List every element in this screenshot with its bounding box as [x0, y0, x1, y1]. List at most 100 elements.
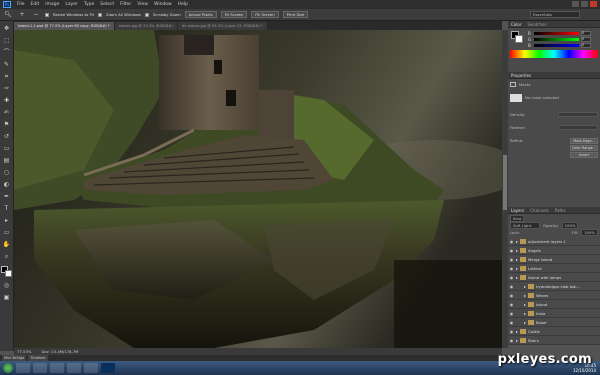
shape-tool-icon[interactable]: ▭ [2, 228, 12, 237]
taskbar-photoshop-icon[interactable] [101, 363, 115, 373]
brush-tool-icon[interactable]: ✍ [2, 108, 12, 117]
zoom-all-checkbox[interactable] [98, 12, 102, 17]
zoom-in-icon[interactable]: + [17, 10, 27, 19]
path-select-tool-icon[interactable]: ▸ [2, 216, 12, 225]
expand-arrow-icon[interactable]: ▸ [524, 311, 526, 316]
fill-screen-button[interactable]: Fill Screen [251, 11, 279, 18]
tab-layers[interactable]: Layers [511, 207, 524, 213]
tab-stones[interactable]: stones.jpg @ 33.3% (RGB/8#) [114, 22, 177, 30]
taskbar-chrome-icon[interactable] [67, 363, 81, 373]
expand-arrow-icon[interactable]: ▸ [516, 275, 518, 280]
expand-arrow-icon[interactable]: ▸ [524, 320, 526, 325]
tab-paths[interactable]: Paths [555, 207, 566, 213]
crop-tool-icon[interactable]: ⌗ [2, 72, 12, 81]
print-size-button[interactable]: Print Size [282, 11, 309, 18]
visibility-eye-icon[interactable]: ◉ [509, 275, 514, 280]
screen-mode-icon[interactable]: ▣ [2, 293, 12, 302]
layer-row[interactable]: ◉ ▸ Island with lamps [508, 273, 600, 282]
blue-value[interactable]: 0 [581, 42, 591, 48]
blend-mode-select[interactable]: Soft Light [510, 222, 540, 229]
visibility-eye-icon[interactable]: ◉ [509, 293, 514, 298]
blue-slider[interactable] [534, 43, 579, 47]
layer-row[interactable]: ◉ ▸ Castle [508, 327, 600, 336]
fill-field[interactable]: 100% [581, 229, 598, 236]
zoom-level[interactable]: 77.53% [17, 348, 31, 355]
color-swatches[interactable] [0, 266, 13, 278]
quick-select-tool-icon[interactable]: ✎ [2, 60, 12, 69]
pen-tool-icon[interactable]: ✒ [2, 192, 12, 201]
green-slider[interactable] [534, 37, 579, 41]
layer-row[interactable]: ◉ ▸ hydrodolgos slab blai... [508, 282, 600, 291]
expand-arrow-icon[interactable]: ▸ [524, 302, 526, 307]
menu-filter[interactable]: Filter [120, 2, 131, 7]
menu-type[interactable]: Type [84, 2, 94, 7]
visibility-eye-icon[interactable]: ◉ [509, 239, 514, 244]
history-brush-tool-icon[interactable]: ↺ [2, 132, 12, 141]
minimize-icon[interactable] [572, 1, 579, 7]
scrubby-zoom-checkbox[interactable] [145, 12, 150, 17]
menu-help[interactable]: Help [178, 2, 188, 7]
layer-row[interactable]: ◉ ▸ Insta [508, 309, 600, 318]
eraser-tool-icon[interactable]: ▭ [2, 144, 12, 153]
red-slider[interactable] [534, 31, 579, 35]
gradient-tool-icon[interactable]: ▤ [2, 156, 12, 165]
expand-arrow-icon[interactable]: ▸ [516, 329, 518, 334]
layer-row[interactable]: ◉ ▸ Merge island [508, 255, 600, 264]
expand-arrow-icon[interactable]: ▸ [516, 266, 518, 271]
visibility-eye-icon[interactable]: ◉ [509, 257, 514, 262]
marquee-tool-icon[interactable]: ⬚ [2, 36, 12, 45]
type-tool-icon[interactable]: T [2, 204, 12, 213]
layer-row[interactable]: ◉ ▸ Lettera [508, 264, 600, 273]
background-color[interactable] [4, 270, 12, 277]
layer-row[interactable]: ◉ ▸ Boxer [508, 318, 600, 327]
visibility-eye-icon[interactable]: ◉ [509, 329, 514, 334]
tab-island[interactable]: Island-1-1.psd @ 77.5% (Layer 65 copy, R… [14, 22, 114, 30]
tab-properties[interactable]: Properties [511, 72, 531, 78]
visibility-eye-icon[interactable]: ◉ [509, 266, 514, 271]
panel-background-color[interactable] [515, 35, 523, 43]
layer-kind-select[interactable]: Kind [510, 215, 525, 222]
tab-channels[interactable]: Channels [530, 207, 549, 213]
visibility-eye-icon[interactable]: ◉ [509, 248, 514, 253]
move-tool-icon[interactable]: ✥ [2, 24, 12, 33]
invert-button[interactable]: Invert [570, 152, 598, 158]
zoom-tool-icon[interactable]: ⌕ [2, 252, 12, 261]
layer-row[interactable]: ◉ ▸ adjustment layers 1 [508, 237, 600, 246]
menu-view[interactable]: View [137, 2, 148, 7]
start-button[interactable] [3, 363, 13, 373]
opacity-field[interactable]: 100% [561, 222, 579, 229]
feather-field[interactable] [558, 125, 598, 130]
expand-arrow-icon[interactable]: ▸ [516, 248, 518, 253]
close-icon[interactable] [590, 1, 597, 7]
green-value[interactable]: 0 [581, 36, 591, 42]
blur-tool-icon[interactable]: ○ [2, 168, 12, 177]
zoom-out-icon[interactable]: − [31, 10, 41, 19]
eyedropper-tool-icon[interactable]: ✑ [2, 84, 12, 93]
workspace-select[interactable]: Essentials [530, 11, 580, 18]
expand-arrow-icon[interactable]: ▸ [524, 284, 526, 289]
canvas[interactable] [14, 30, 502, 348]
layer-row[interactable]: ◉ ▸ Stairs [508, 336, 600, 345]
healing-tool-icon[interactable]: ✚ [2, 96, 12, 105]
layer-row[interactable]: ◉ ▸ Island [508, 300, 600, 309]
taskbar-explorer-icon[interactable] [16, 363, 30, 373]
clone-stamp-tool-icon[interactable]: ⚑ [2, 120, 12, 129]
dodge-tool-icon[interactable]: ◐ [2, 180, 12, 189]
hand-tool-icon[interactable]: ✋ [2, 240, 12, 249]
taskbar-media-icon[interactable] [50, 363, 64, 373]
fit-screen-button[interactable]: Fit Screen [220, 11, 248, 18]
expand-arrow-icon[interactable]: ▸ [524, 293, 526, 298]
expand-arrow-icon[interactable]: ▸ [516, 338, 518, 343]
scrollbar-thumb[interactable] [503, 155, 507, 210]
menu-window[interactable]: Window [154, 2, 172, 7]
menu-select[interactable]: Select [100, 2, 114, 7]
mask-edge-button[interactable]: Mask Edge... [570, 138, 598, 144]
expand-arrow-icon[interactable]: ▸ [516, 257, 518, 262]
menu-file[interactable]: File [17, 2, 25, 7]
color-spectrum[interactable] [510, 50, 598, 58]
tab-ier-stones[interactable]: Ier stones.jpg @ 33.3% (Layer 22, RGB/8#… [177, 22, 267, 30]
density-field[interactable] [558, 112, 598, 117]
tab-color[interactable]: Color [511, 21, 521, 27]
taskbar-firefox-icon[interactable] [84, 363, 98, 373]
resize-windows-checkbox[interactable] [45, 12, 49, 17]
